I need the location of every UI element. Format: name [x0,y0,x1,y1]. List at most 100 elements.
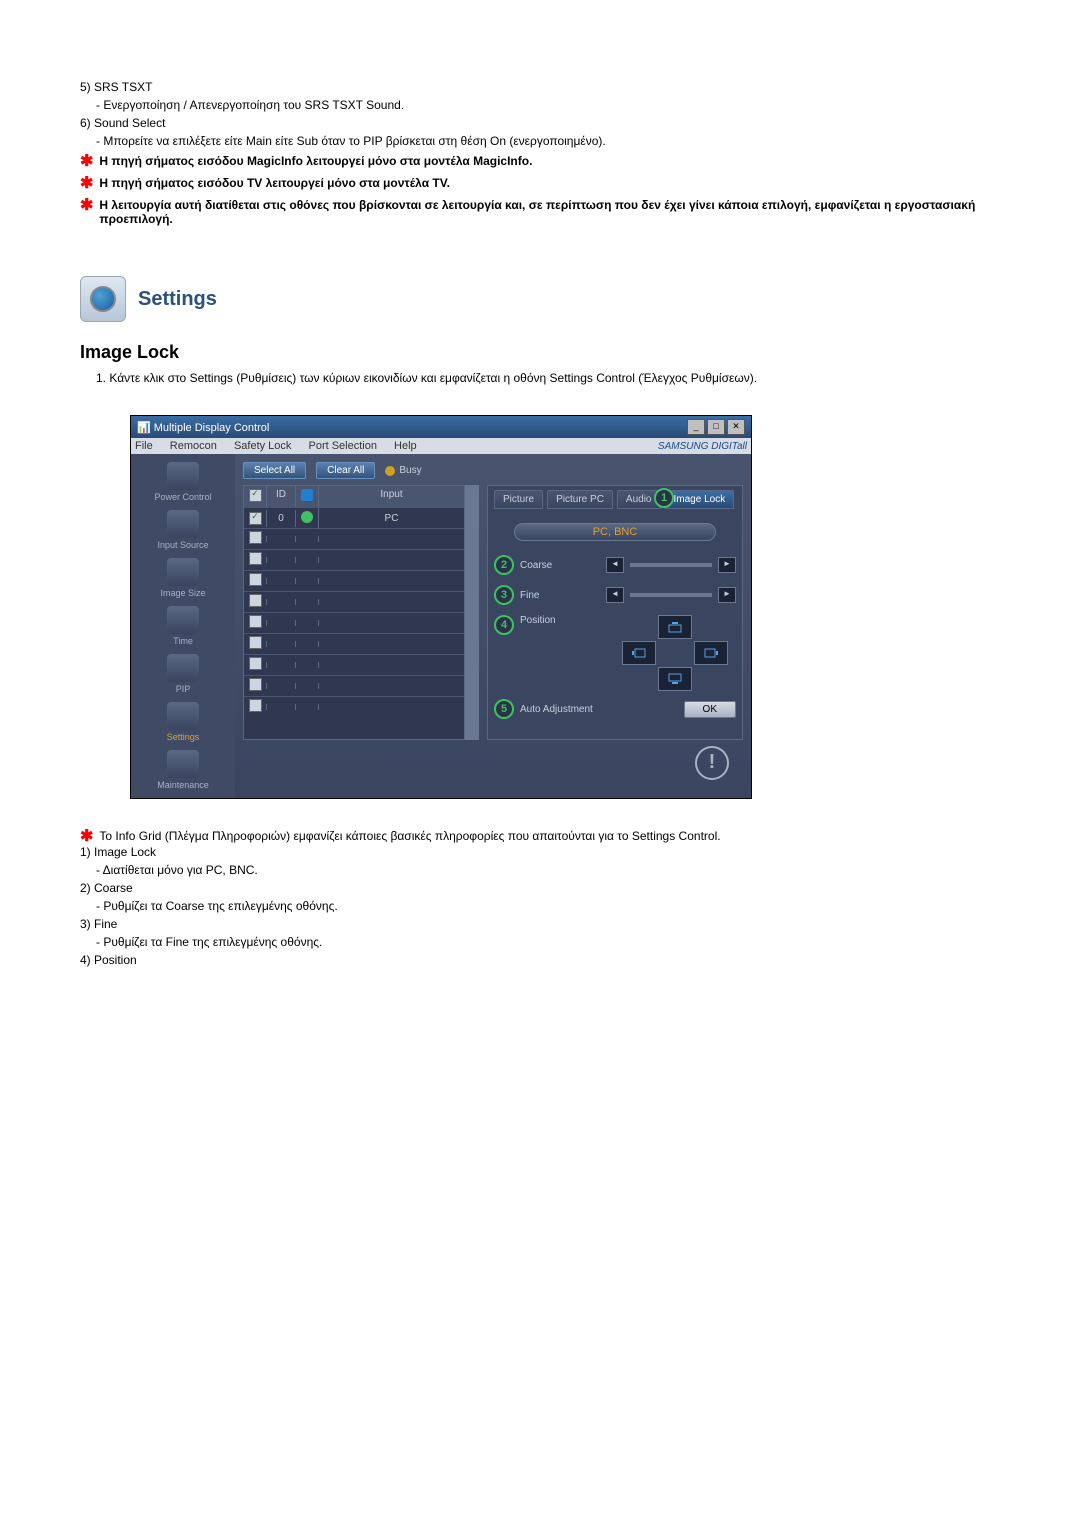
callout-2: 2 [494,555,514,575]
row-checkbox[interactable] [249,552,262,565]
row-input [319,578,464,584]
sidebar-item-settings[interactable]: Settings [143,702,223,742]
row-checkbox[interactable] [249,699,262,712]
position-up[interactable] [658,615,692,639]
settings-icon [80,276,126,322]
table-row[interactable] [244,549,464,570]
select-all-button[interactable]: Select All [243,462,306,479]
busy-icon [385,466,395,476]
table-row[interactable]: 0PC [244,507,464,528]
coarse-increase[interactable]: ► [718,557,736,573]
sidebar-item-time[interactable]: Time [143,606,223,646]
info-grid: ID Input 0PC [243,485,465,740]
table-row[interactable] [244,591,464,612]
fine-increase[interactable]: ► [718,587,736,603]
settings-header: Settings [80,276,1000,322]
table-row[interactable] [244,696,464,717]
row-input [319,620,464,626]
position-right[interactable] [694,641,728,665]
row-checkbox[interactable] [249,512,262,525]
ok-button[interactable]: OK [684,701,736,718]
scrollbar[interactable] [465,485,479,740]
table-row[interactable] [244,528,464,549]
close-button[interactable]: ✕ [727,419,745,435]
menu-safety-lock[interactable]: Safety Lock [234,440,291,452]
label-position: Position [520,615,600,626]
callout-5: 5 [494,699,514,719]
list-item: 3) Fine [80,917,1000,931]
coarse-decrease[interactable]: ◄ [606,557,624,573]
tab-picture-pc[interactable]: Picture PC [547,490,613,509]
table-row[interactable] [244,612,464,633]
position-down[interactable] [658,667,692,691]
mode-label: PC, BNC [514,523,716,541]
row-id: 0 [266,510,296,527]
sidebar-item-power-control[interactable]: Power Control [143,462,223,502]
fine-slider[interactable] [630,593,712,597]
sidebar: Power Control Input Source Image Size Ti… [131,454,235,798]
row-id [266,620,296,626]
menu-port-selection[interactable]: Port Selection [308,440,376,452]
position-left[interactable] [622,641,656,665]
tab-picture[interactable]: Picture [494,490,543,509]
top-list: 5) SRS TSXT - Ενεργοποίηση / Απενεργοποί… [80,80,1000,148]
row-checkbox[interactable] [249,615,262,628]
menubar: File Remocon Safety Lock Port Selection … [131,438,751,454]
star-note: ✱ Η πηγή σήματος εισόδου MagicInfo λειτο… [80,154,1000,170]
row-input [319,536,464,542]
fine-decrease[interactable]: ◄ [606,587,624,603]
row-input [319,662,464,668]
sidebar-item-image-size[interactable]: Image Size [143,558,223,598]
list-item: 2) Coarse [80,881,1000,895]
row-checkbox[interactable] [249,573,262,586]
row-input [319,641,464,647]
star-note: ✱ Η λειτουργία αυτή διατίθεται στις οθόν… [80,198,1000,226]
sidebar-item-maintenance[interactable]: Maintenance [143,750,223,790]
callout-3: 3 [494,585,514,605]
table-row[interactable] [244,633,464,654]
window-title: 📊 Multiple Display Control [137,421,269,434]
row-checkbox[interactable] [249,657,262,670]
list-sub: - Ενεργοποίηση / Απενεργοποίηση του SRS … [80,98,1000,112]
header-checkbox[interactable] [249,489,262,502]
minimize-button[interactable]: _ [687,419,705,435]
list-sub: - Ρυθμίζει τα Fine της επιλεγμένης οθόνη… [80,935,1000,949]
settings-title: Settings [138,288,217,311]
header-status-icon [301,489,313,501]
clear-all-button[interactable]: Clear All [316,462,375,479]
list-item: 5) SRS TSXT [80,80,1000,94]
row-checkbox[interactable] [249,636,262,649]
sidebar-item-pip[interactable]: PIP [143,654,223,694]
row-checkbox[interactable] [249,531,262,544]
sidebar-item-input-source[interactable]: Input Source [143,510,223,550]
star-note: ✱ Η πηγή σήματος εισόδου TV λειτουργεί μ… [80,176,1000,192]
row-id [266,704,296,710]
menu-remocon[interactable]: Remocon [170,440,217,452]
titlebar: 📊 Multiple Display Control _ □ ✕ [131,416,751,438]
menu-file[interactable]: File [135,440,153,452]
alert-icon: ! [695,746,729,780]
list-sub: - Μπορείτε να επιλέξετε είτε Main είτε S… [80,134,1000,148]
busy-indicator: Busy [385,465,421,476]
row-checkbox[interactable] [249,678,262,691]
settings-panel: 1 Picture Picture PC Audio Image Lock PC… [487,485,743,740]
list-sub: - Διατίθεται μόνο για PC, BNC. [80,863,1000,877]
menu-help[interactable]: Help [394,440,417,452]
app-window-wrap: 📊 Multiple Display Control _ □ ✕ File Re… [130,415,1000,799]
table-row[interactable] [244,675,464,696]
toolbar: Select All Clear All Busy [243,462,743,479]
callout-1: 1 [654,488,674,508]
table-row[interactable] [244,570,464,591]
row-input [319,704,464,710]
list-item: 1) Image Lock [80,845,1000,859]
maximize-button[interactable]: □ [707,419,725,435]
table-row[interactable] [244,654,464,675]
star-icon: ✱ [80,176,93,192]
label-fine: Fine [520,590,600,601]
tab-image-lock[interactable]: Image Lock [665,490,735,509]
row-checkbox[interactable] [249,594,262,607]
row-id [266,578,296,584]
star-icon: ✱ [80,154,93,170]
coarse-slider[interactable] [630,563,712,567]
brand-label: SAMSUNG DIGITall [658,441,747,452]
